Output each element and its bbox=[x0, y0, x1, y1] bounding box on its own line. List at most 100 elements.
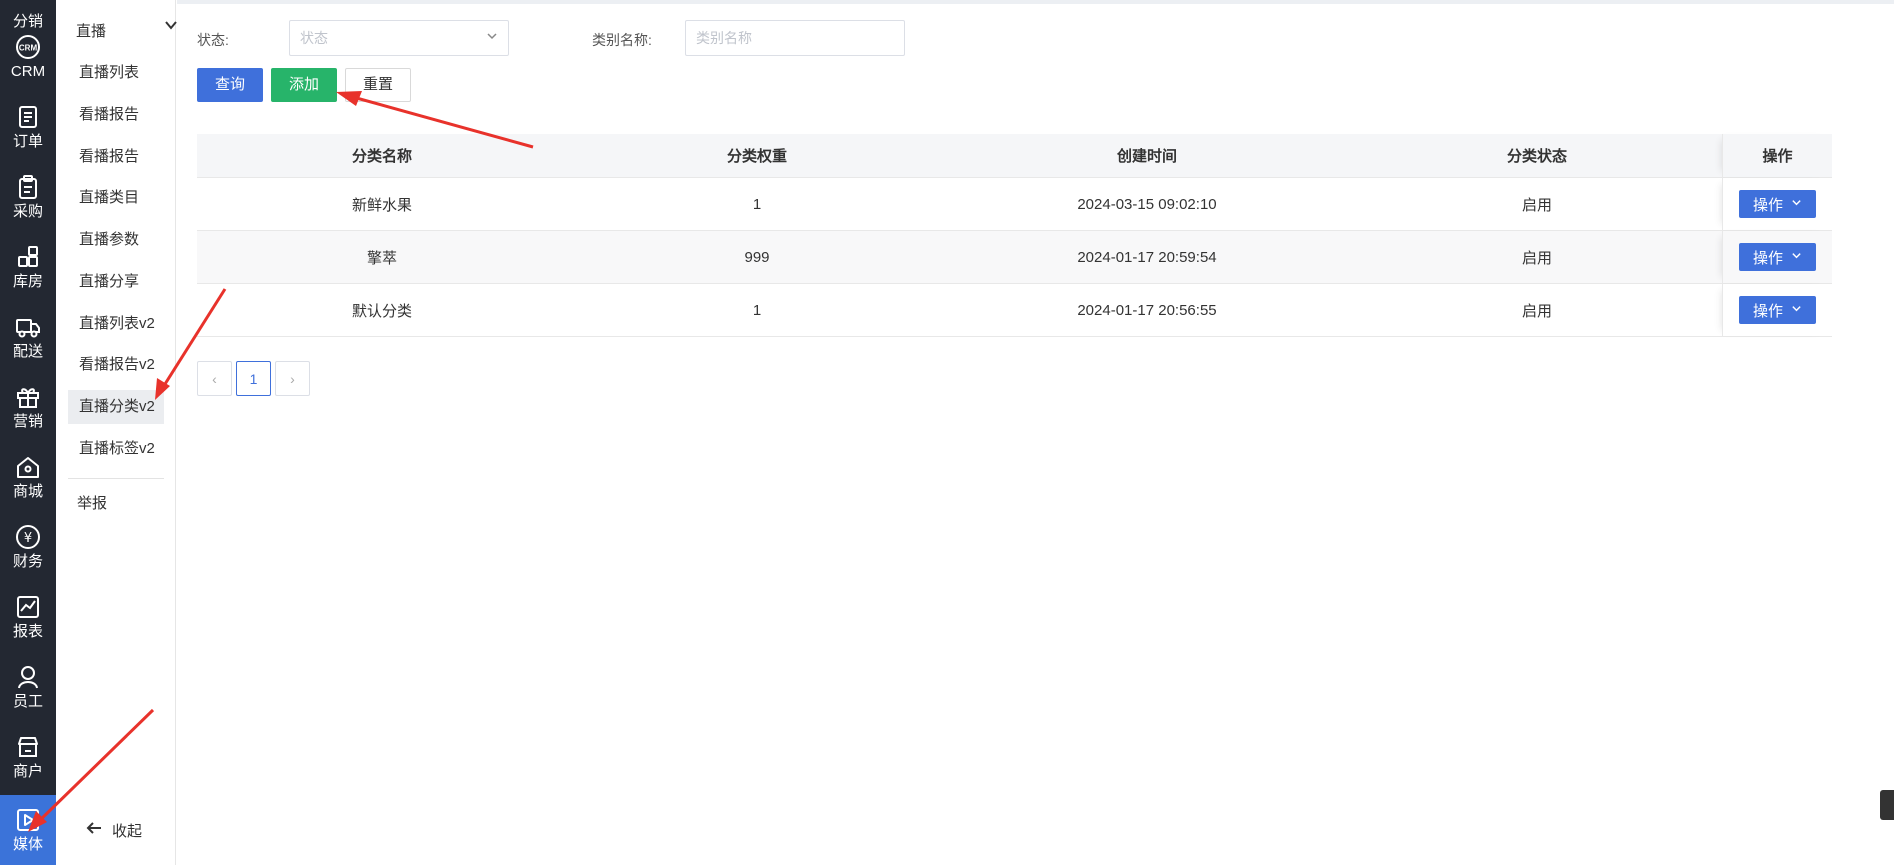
cell-weight: 999 bbox=[744, 248, 770, 266]
status-select[interactable]: 状态 bbox=[289, 20, 509, 56]
nav-item-staff[interactable]: 员工 bbox=[0, 652, 56, 722]
sub-menu-item-live-tag-v2[interactable]: 直播标签v2 bbox=[68, 432, 164, 466]
nav-item-label: 报表 bbox=[12, 623, 43, 640]
nav-item-label: 配送 bbox=[12, 343, 43, 360]
clipboard-icon bbox=[15, 174, 41, 200]
cell-category-name: 默认分类 bbox=[351, 302, 412, 320]
nav-item-label: 媒体 bbox=[12, 836, 43, 853]
chevron-down-icon bbox=[164, 18, 178, 36]
chevron-down-icon bbox=[1791, 250, 1802, 264]
nav-item-label: 采购 bbox=[12, 203, 43, 220]
row-action-label: 操作 bbox=[1752, 302, 1783, 320]
row-action-label: 操作 bbox=[1752, 196, 1783, 214]
chevron-down-icon bbox=[486, 21, 498, 55]
warehouse-icon bbox=[15, 244, 41, 270]
row-action-label: 操作 bbox=[1752, 249, 1783, 267]
pagination-prev-button[interactable]: ‹ bbox=[197, 361, 232, 396]
pagination-next-button[interactable]: › bbox=[275, 361, 310, 396]
nav-item-reports[interactable]: 报表 bbox=[0, 582, 56, 652]
crm-icon: CRM bbox=[15, 34, 41, 60]
sub-menu-item-report[interactable]: 举报 bbox=[77, 492, 107, 513]
table-row: 新鲜水果 1 2024-03-15 09:02:10 启用 操作 bbox=[197, 178, 1832, 231]
header-category-status: 分类状态 bbox=[1506, 148, 1567, 165]
cell-status: 启用 bbox=[1521, 249, 1552, 267]
sub-menu-item-live-share[interactable]: 直播分享 bbox=[68, 265, 164, 299]
nav-item-delivery[interactable]: 配送 bbox=[0, 302, 56, 372]
collapse-button[interactable]: 收起 bbox=[86, 820, 142, 841]
nav-item-label: 商户 bbox=[12, 763, 43, 780]
header-category-name: 分类名称 bbox=[351, 148, 412, 165]
sub-menu-item-watch-report-v2[interactable]: 看播报告v2 bbox=[68, 348, 164, 382]
sub-menu-group-live[interactable]: 直播 bbox=[76, 20, 216, 41]
status-filter-label: 状态: bbox=[197, 32, 229, 48]
category-name-input[interactable]: 类别名称 bbox=[685, 20, 905, 56]
home-icon bbox=[15, 454, 41, 480]
nav-item-merchant[interactable]: 商户 bbox=[0, 722, 56, 792]
nav-item-warehouse[interactable]: 库房 bbox=[0, 232, 56, 302]
nav-item-marketing[interactable]: 营销 bbox=[0, 372, 56, 442]
share-icon bbox=[15, 0, 41, 10]
nav-item-label: 订单 bbox=[12, 133, 43, 150]
table-header: 分类名称 分类权重 创建时间 分类状态 操作 bbox=[197, 134, 1832, 178]
cell-weight: 1 bbox=[752, 301, 762, 319]
chart-icon bbox=[15, 594, 41, 620]
row-action-button[interactable]: 操作 bbox=[1739, 190, 1816, 218]
sub-menu-group-title: 直播 bbox=[76, 23, 107, 40]
row-action-button[interactable]: 操作 bbox=[1739, 296, 1816, 324]
sub-menu-item-watch-report[interactable]: 看播报告 bbox=[68, 98, 164, 132]
header-created-time: 创建时间 bbox=[1116, 148, 1177, 165]
sub-menu-item-live-params[interactable]: 直播参数 bbox=[68, 223, 164, 257]
category-filter-label: 类别名称: bbox=[592, 32, 652, 48]
svg-text:CRM: CRM bbox=[19, 44, 38, 53]
cell-created: 2024-01-17 20:56:55 bbox=[1077, 301, 1217, 319]
cell-actions: 操作 bbox=[1722, 178, 1832, 230]
chevron-down-icon bbox=[1791, 303, 1802, 317]
arrow-left-icon bbox=[86, 821, 102, 840]
cell-category-name: 擎萃 bbox=[366, 249, 397, 267]
nav-item-label: 商城 bbox=[12, 483, 43, 500]
order-icon bbox=[15, 104, 41, 130]
sub-menu-item-live-list-v2[interactable]: 直播列表v2 bbox=[68, 307, 164, 341]
user-icon bbox=[15, 664, 41, 690]
nav-item-label: 员工 bbox=[12, 693, 43, 710]
nav-item-finance[interactable]: ¥ 财务 bbox=[0, 512, 56, 582]
row-action-button[interactable]: 操作 bbox=[1739, 243, 1816, 271]
sub-menu: 直播 直播列表 看播报告 看播报告 直播类目 直播参数 直播分享 直播列表v2 … bbox=[56, 0, 177, 865]
cell-weight: 1 bbox=[752, 195, 762, 213]
sub-menu-item-watch-report-2[interactable]: 看播报告 bbox=[68, 140, 164, 174]
reset-button[interactable]: 重置 bbox=[345, 68, 411, 102]
nav-item-label: CRM bbox=[10, 63, 46, 80]
yen-icon: ¥ bbox=[15, 524, 41, 550]
pagination-page-1[interactable]: 1 bbox=[236, 361, 271, 396]
nav-item-purchase[interactable]: 采购 bbox=[0, 162, 56, 232]
sub-menu-item-live-category-v2[interactable]: 直播分类v2 bbox=[68, 390, 164, 424]
status-select-placeholder: 状态 bbox=[300, 30, 328, 46]
nav-item-orders[interactable]: 订单 bbox=[0, 92, 56, 162]
cell-status: 启用 bbox=[1521, 302, 1552, 320]
sub-menu-divider bbox=[68, 478, 164, 479]
sub-menu-item-live-category[interactable]: 直播类目 bbox=[68, 181, 164, 215]
chevron-down-icon bbox=[1791, 197, 1802, 211]
nav-item-media[interactable]: 媒体 bbox=[0, 795, 56, 865]
query-button[interactable]: 查询 bbox=[197, 68, 263, 102]
icon-nav: 分销 CRM CRM 订单 采购 库房 配送 营销 商城 ¥ 财务 报表 员工 … bbox=[0, 0, 56, 865]
cell-status: 启用 bbox=[1521, 196, 1552, 214]
cell-actions: 操作 bbox=[1722, 284, 1832, 336]
table-row: 擎萃 999 2024-01-17 20:59:54 启用 操作 bbox=[197, 231, 1832, 284]
nav-item-mall[interactable]: 商城 bbox=[0, 442, 56, 512]
floating-tab[interactable] bbox=[1880, 790, 1894, 820]
truck-icon bbox=[15, 314, 41, 340]
gift-icon bbox=[15, 384, 41, 410]
add-button[interactable]: 添加 bbox=[271, 68, 337, 102]
annotation-arrows bbox=[28, 91, 534, 832]
top-strip bbox=[177, 0, 1894, 4]
sub-menu-item-live-list[interactable]: 直播列表 bbox=[68, 56, 164, 90]
category-name-placeholder: 类别名称 bbox=[696, 30, 752, 46]
table-row: 默认分类 1 2024-01-17 20:56:55 启用 操作 bbox=[197, 284, 1832, 337]
svg-text:¥: ¥ bbox=[24, 531, 32, 546]
cell-actions: 操作 bbox=[1722, 231, 1832, 283]
nav-item-crm[interactable]: CRM CRM bbox=[0, 22, 56, 92]
cell-created: 2024-03-15 09:02:10 bbox=[1077, 195, 1217, 213]
nav-item-label: 库房 bbox=[12, 273, 43, 290]
header-category-weight: 分类权重 bbox=[726, 148, 787, 165]
